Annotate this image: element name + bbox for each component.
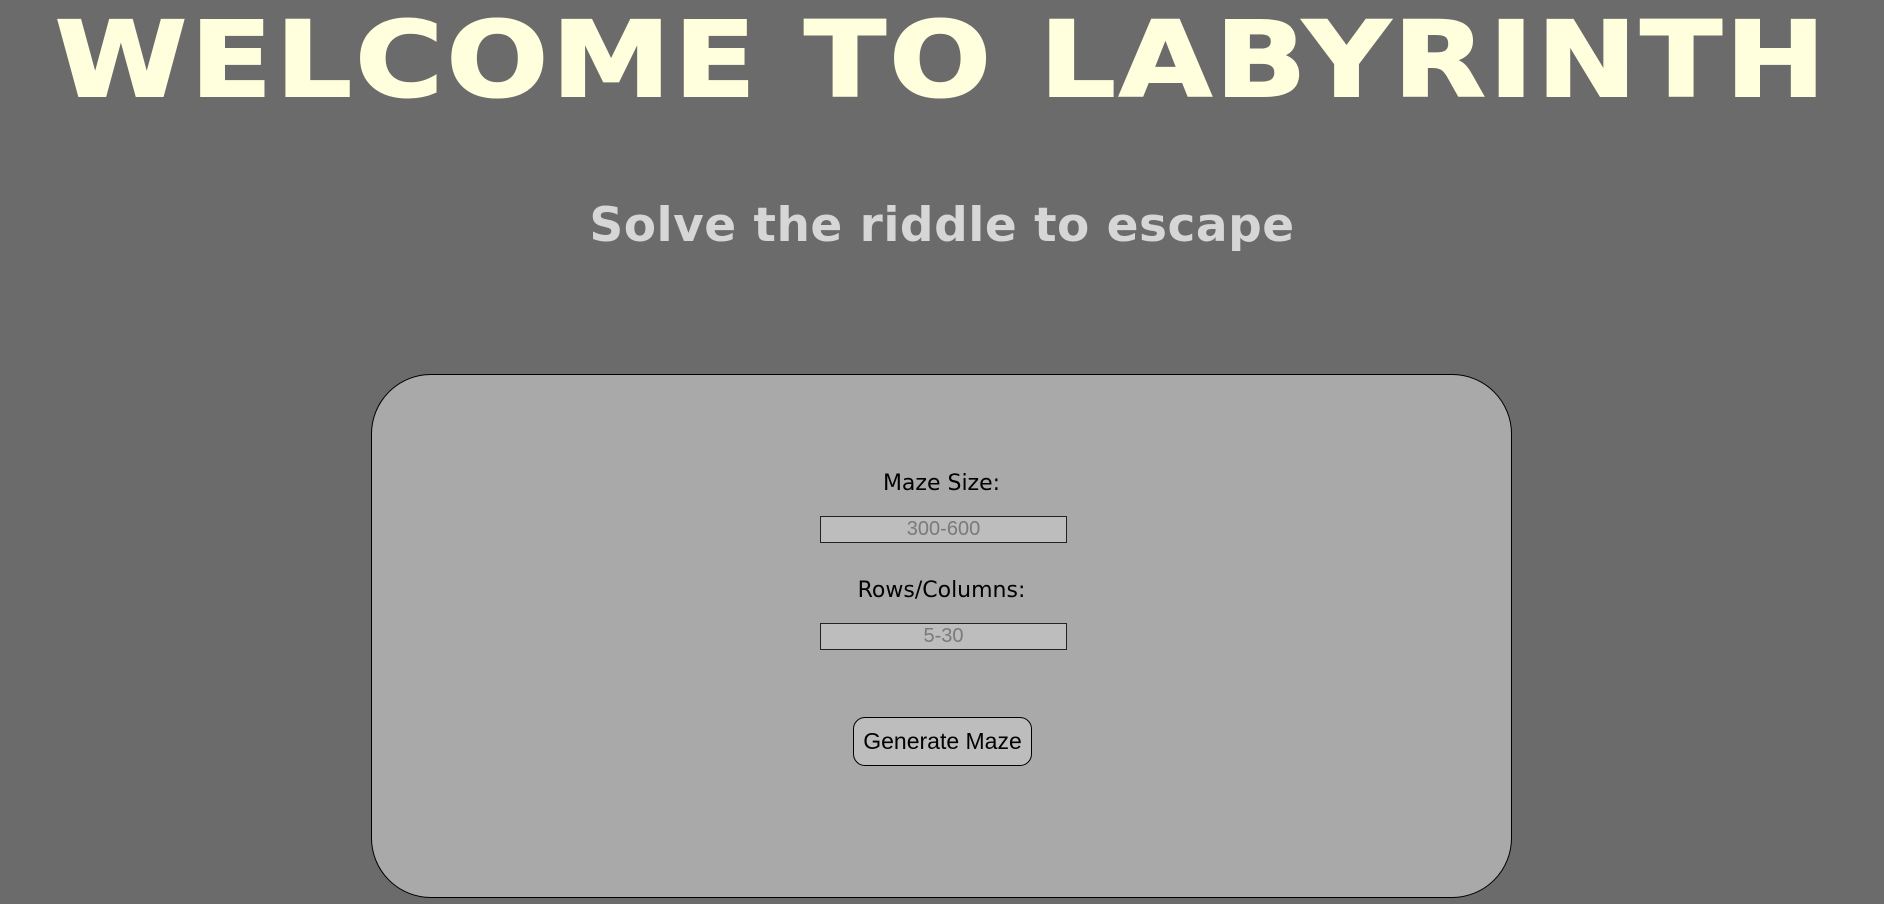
- rows-columns-input[interactable]: [820, 623, 1067, 650]
- maze-size-label: Maze Size:: [882, 471, 1001, 496]
- page-title: Welcome to Labyrinth: [54, 0, 1829, 121]
- page-subtitle: Solve the riddle to escape: [589, 198, 1295, 253]
- maze-size-input[interactable]: [820, 516, 1067, 543]
- generate-maze-button[interactable]: Generate Maze: [853, 717, 1032, 766]
- maze-settings-panel: Maze Size: Rows/Columns: Generate Maze: [371, 374, 1512, 898]
- rows-columns-label: Rows/Columns:: [857, 578, 1026, 603]
